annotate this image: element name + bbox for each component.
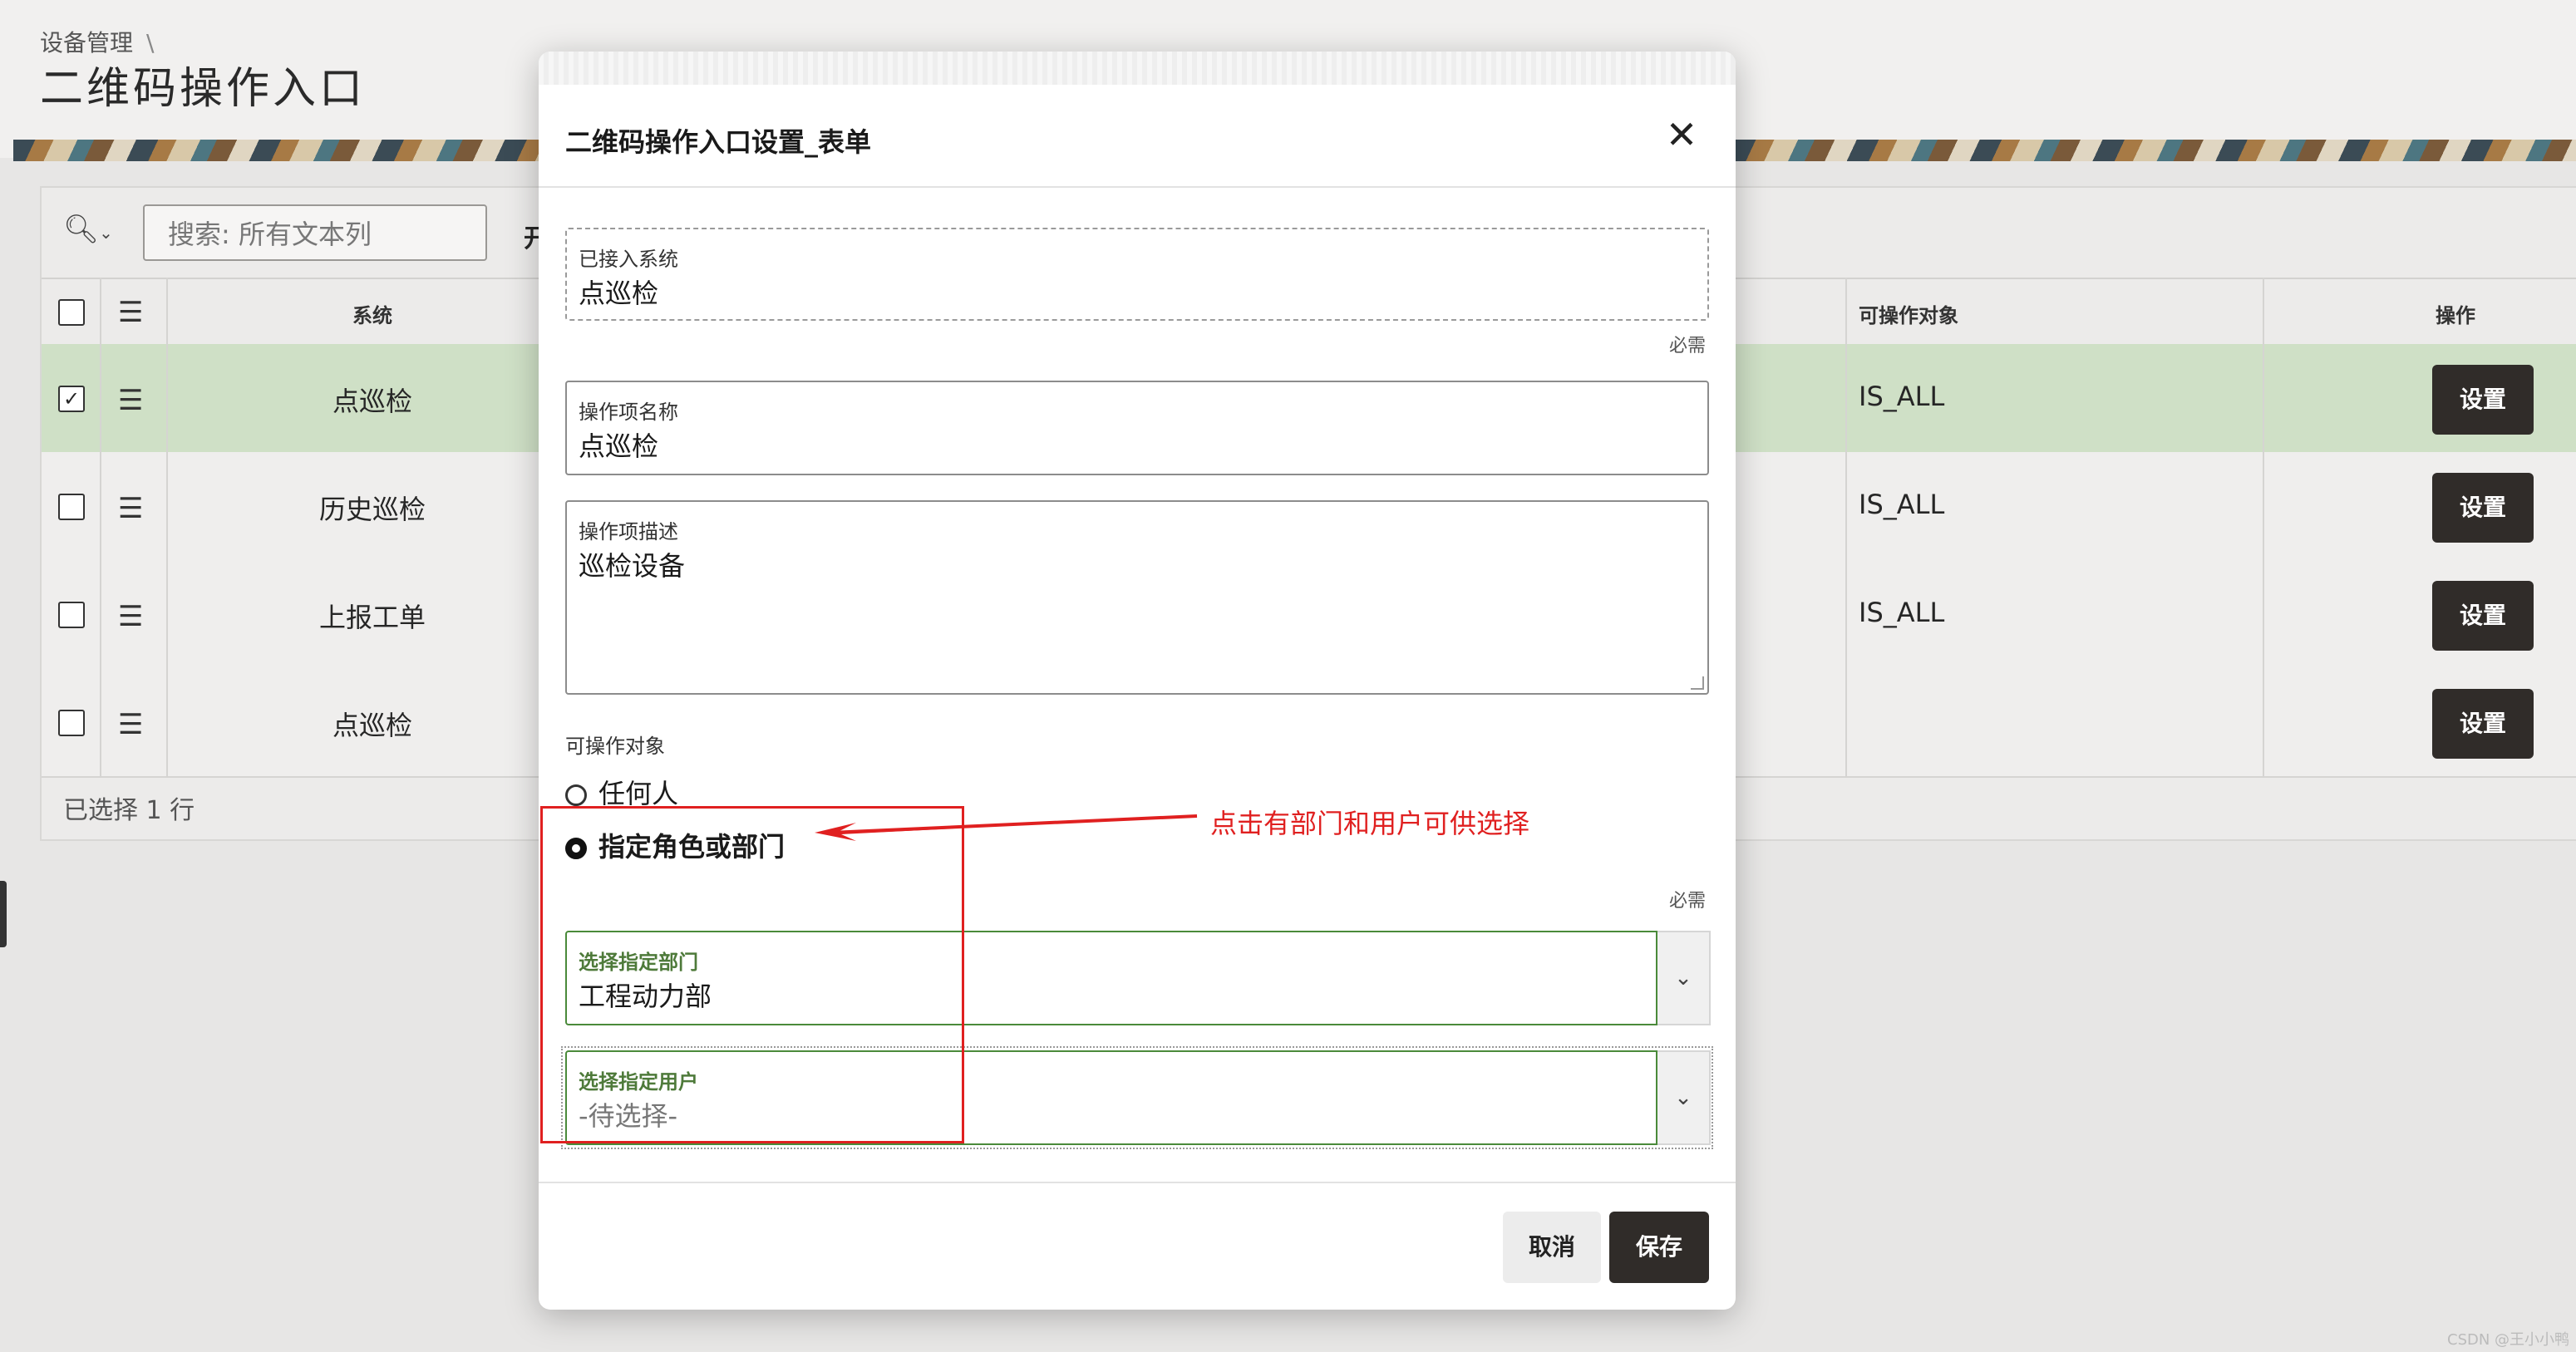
- select-all-checkbox[interactable]: [58, 299, 85, 326]
- settings-button[interactable]: 设置: [2432, 581, 2534, 651]
- row-checkbox[interactable]: ✓: [58, 386, 85, 412]
- resize-grip-icon[interactable]: [1691, 676, 1704, 690]
- radio-label: 任何人: [598, 778, 679, 809]
- cell-operable-object: IS_ALL: [1859, 489, 1945, 520]
- required-hint: 必需: [1669, 336, 1707, 356]
- field-label: 操作项描述: [579, 520, 678, 543]
- cell-system: 点巡检: [332, 710, 412, 741]
- field-value: 点巡检: [579, 278, 659, 309]
- side-drawer-handle[interactable]: [0, 881, 7, 947]
- search-input[interactable]: 搜索: 所有文本列: [143, 204, 487, 261]
- annotation-text: 点击有部门和用户可供选择: [1210, 808, 1530, 839]
- page-title: 二维码操作入口: [40, 64, 367, 114]
- cell-operable-object: IS_ALL: [1859, 597, 1945, 628]
- close-icon[interactable]: ✕: [1662, 116, 1701, 156]
- settings-button[interactable]: 设置: [2432, 473, 2534, 543]
- dialog-drag-handle[interactable]: [539, 52, 1736, 85]
- system-field[interactable]: 已接入系统 点巡检: [565, 228, 1709, 321]
- annotation-highlight-box: [540, 806, 964, 1143]
- column-divider: [1845, 278, 1847, 776]
- dialog-title: 二维码操作入口设置_表单: [565, 126, 872, 158]
- column-header-action[interactable]: 操作: [2436, 299, 2475, 328]
- chevron-down-icon: ⌄: [99, 223, 113, 243]
- item-desc-textarea[interactable]: 操作项描述 巡检设备: [565, 500, 1709, 695]
- search-icon: 🔍︎: [63, 213, 100, 246]
- cancel-button[interactable]: 取消: [1503, 1212, 1601, 1283]
- cell-system: 上报工单: [318, 602, 426, 633]
- row-menu-icon[interactable]: ☰: [118, 492, 143, 525]
- field-value: 巡检设备: [579, 550, 686, 582]
- save-button[interactable]: 保存: [1609, 1212, 1709, 1283]
- required-hint: 必需: [1669, 891, 1707, 912]
- column-header-operable-object[interactable]: 可操作对象: [1859, 299, 1958, 328]
- chevron-down-icon[interactable]: ⌄: [1657, 931, 1711, 1025]
- row-menu-icon[interactable]: ☰: [118, 296, 143, 329]
- chevron-down-icon[interactable]: ⌄: [1657, 1050, 1711, 1145]
- row-checkbox[interactable]: [58, 602, 85, 628]
- cell-system: 历史巡检: [318, 494, 426, 525]
- field-label: 已接入系统: [579, 248, 678, 271]
- search-column-button[interactable]: 🔍︎⌄: [63, 213, 121, 254]
- column-header-system[interactable]: 系统: [175, 299, 570, 328]
- item-name-field[interactable]: 操作项名称 点巡检: [565, 381, 1709, 475]
- column-divider: [166, 278, 168, 776]
- field-label: 操作项名称: [579, 401, 678, 424]
- row-menu-icon[interactable]: ☰: [118, 708, 143, 741]
- dialog-divider: [539, 186, 1736, 188]
- settings-button[interactable]: 设置: [2432, 689, 2534, 759]
- field-value: 点巡检: [579, 430, 659, 462]
- operable-object-label: 可操作对象: [565, 735, 665, 758]
- row-menu-icon[interactable]: ☰: [118, 600, 143, 633]
- cell-system: 点巡检: [332, 386, 412, 417]
- watermark: CSDN @王小小鸭: [2447, 1331, 2570, 1349]
- cell-operable-object: IS_ALL: [1859, 381, 1945, 412]
- column-divider: [2263, 278, 2264, 776]
- column-divider: [100, 278, 101, 776]
- row-checkbox[interactable]: [58, 710, 85, 736]
- selection-count: 已选择 1 行: [63, 796, 195, 825]
- row-checkbox[interactable]: [58, 494, 85, 520]
- row-menu-icon[interactable]: ☰: [118, 384, 143, 417]
- radio-icon: [565, 784, 587, 806]
- settings-button[interactable]: 设置: [2432, 365, 2534, 435]
- dialog-divider: [539, 1182, 1736, 1183]
